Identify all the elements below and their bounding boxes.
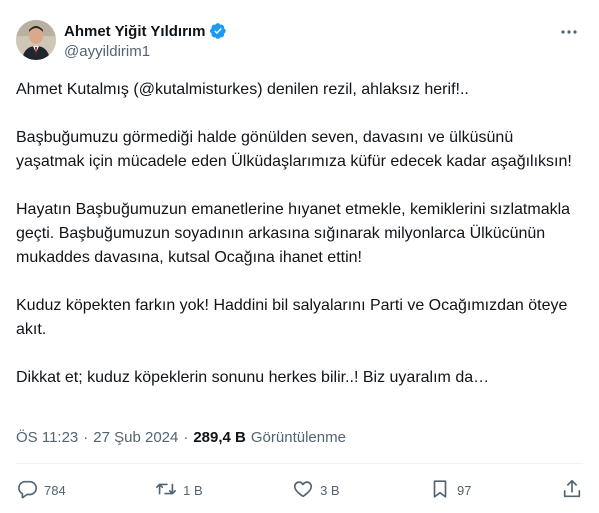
- tweet-paragraph: Hayatın Başbuğumuzun emanetlerine hıyane…: [16, 201, 571, 266]
- retweet-icon: [155, 478, 177, 503]
- share-button[interactable]: [561, 478, 583, 503]
- heart-icon: [292, 478, 314, 503]
- reply-button[interactable]: 784: [16, 478, 66, 503]
- tweet-meta: ÖS 11:23 · 27 Şub 2024 · 289,4 B Görüntü…: [16, 429, 346, 446]
- retweet-button[interactable]: 1 B: [155, 478, 203, 503]
- share-icon: [561, 478, 583, 503]
- tweet-time[interactable]: ÖS 11:23: [16, 429, 78, 446]
- author-handle[interactable]: @ayyildirim1: [64, 43, 150, 60]
- author-name-row[interactable]: Ahmet Yiğit Yıldırım: [64, 22, 227, 40]
- retweet-count: 1 B: [183, 482, 203, 498]
- like-count: 3 B: [320, 482, 340, 498]
- views-label: Görüntülenme: [250, 429, 346, 446]
- like-button[interactable]: 3 B: [292, 478, 340, 503]
- tweet-paragraph: Ahmet Kutalmış (@kutalmisturkes) denilen…: [16, 81, 469, 98]
- tweet-card: Ahmet Yiğit Yıldırım @ayyildirim1 Ahmet …: [0, 0, 599, 513]
- views-count: 289,4 B: [193, 429, 246, 446]
- bookmark-count: 97: [457, 482, 472, 498]
- action-bar: 784 1 B 3 B 97: [16, 472, 583, 508]
- meta-separator: ·: [183, 429, 189, 446]
- divider: [16, 463, 583, 464]
- author-name[interactable]: Ahmet Yiğit Yıldırım: [64, 23, 205, 40]
- reply-count: 784: [44, 482, 66, 498]
- tweet-text: Ahmet Kutalmış (@kutalmisturkes) denilen…: [16, 78, 586, 414]
- tweet-paragraph: Başbuğumuzu görmediği halde gönülden sev…: [16, 129, 572, 170]
- tweet-paragraph: Kuduz köpekten farkın yok! Haddini bil s…: [16, 297, 568, 338]
- meta-separator: ·: [83, 429, 89, 446]
- verified-badge-icon: [209, 22, 227, 40]
- more-options-icon[interactable]: [559, 22, 579, 42]
- tweet-date[interactable]: 27 Şub 2024: [93, 429, 178, 446]
- avatar[interactable]: [16, 20, 56, 60]
- bookmark-button[interactable]: 97: [429, 478, 472, 503]
- reply-icon: [16, 478, 38, 503]
- tweet-paragraph: Dikkat et; kuduz köpeklerin sonunu herke…: [16, 369, 490, 386]
- bookmark-icon: [429, 478, 451, 503]
